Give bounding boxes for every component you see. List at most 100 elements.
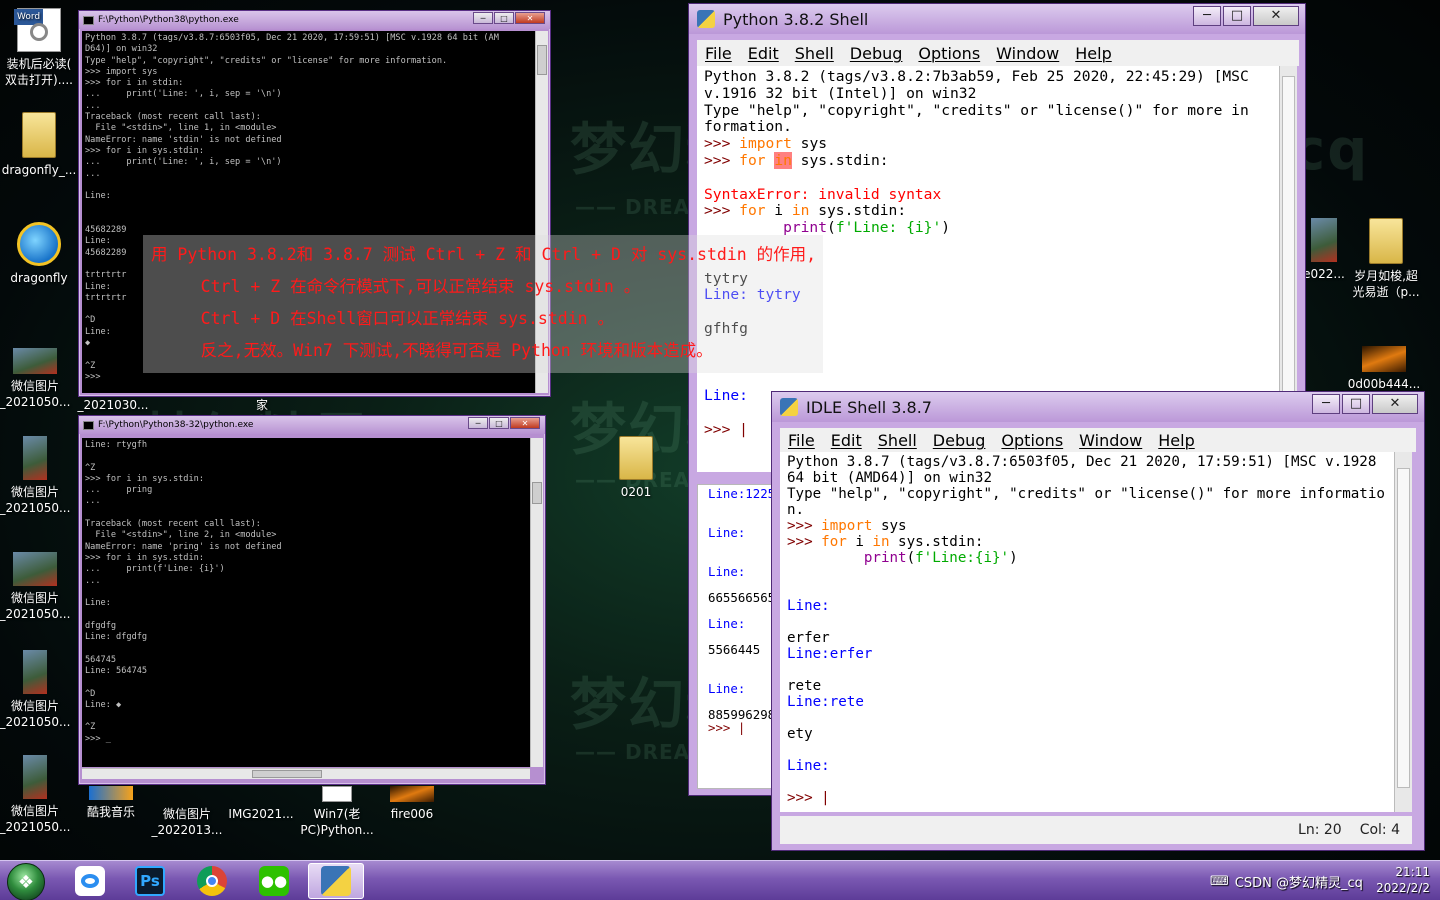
menu-help[interactable]: Help (1150, 431, 1202, 450)
menu-help[interactable]: Help (1067, 44, 1119, 63)
stdout-line: Line: (708, 525, 746, 540)
menu-options[interactable]: Options (993, 431, 1071, 450)
scroll-thumb[interactable] (532, 482, 542, 504)
desktop-icon-word-doc[interactable]: Word 装机后必读( 双击打开).... (0, 8, 78, 88)
console-titlebar[interactable]: F:\Python\Python38-32\python.exe ─ □ ✕ (79, 416, 545, 434)
console-hscrollbar[interactable] (82, 768, 530, 779)
idle-titlebar[interactable]: Python 3.8.2 Shell ─ □ ✕ (689, 4, 1305, 34)
taskbar-wechat[interactable]: ●● (246, 863, 302, 899)
stdout-line: Line:erfer (787, 646, 873, 662)
taskbar-photoshop[interactable]: Ps (122, 863, 178, 899)
desktop-icon-kuwo-music[interactable]: 酷我音乐 (72, 786, 150, 820)
stdin-line: erfer (787, 630, 830, 646)
folder-icon (1369, 218, 1403, 264)
icon-label: fire006 (390, 807, 434, 821)
menu-debug[interactable]: Debug (925, 431, 994, 450)
idle-shell-window-387[interactable]: IDLE Shell 3.8.7 ─ □ ✕ File Edit Shell D… (771, 391, 1425, 851)
maximize-button[interactable]: □ (494, 12, 514, 24)
menu-window[interactable]: Window (1071, 431, 1150, 450)
console-scrollbar[interactable] (530, 438, 543, 767)
desktop-icon-wechat-photo-2022[interactable]: 微信图片 _2022013... (148, 806, 226, 838)
desktop-icon-years-folder[interactable]: 岁月如梭,超 光易逝（p... (1347, 218, 1425, 300)
banner-line: formation. (704, 118, 792, 136)
minimize-button[interactable]: ─ (1193, 6, 1221, 26)
close-button[interactable]: ✕ (515, 12, 545, 24)
desktop-icon-dragonfly-folder[interactable]: dragonfly_... (0, 112, 78, 178)
menu-file[interactable]: File (697, 44, 740, 63)
module-name: sys (872, 518, 907, 534)
close-button[interactable]: ✕ (510, 417, 540, 429)
desktop-icon-dragonfly-ie[interactable]: dragonfly (0, 222, 78, 286)
close-button[interactable]: ✕ (1372, 394, 1418, 414)
clock-time: 21:11 (1395, 865, 1430, 879)
scroll-thumb[interactable] (1282, 76, 1295, 436)
menu-file[interactable]: File (780, 431, 823, 450)
menu-options[interactable]: Options (910, 44, 988, 63)
desktop-icon-win7-python-doc[interactable]: Win7(老 PC)Python... (298, 786, 376, 838)
desktop-icon-0201-folder[interactable]: 0201 (597, 436, 675, 500)
code-line: >>> for i in sys.stdin: (704, 202, 1272, 220)
idle-shell-text[interactable]: Python 3.8.7 (tags/v3.8.7:6503f05, Dec 2… (780, 452, 1394, 812)
clock[interactable]: 21:11 2022/2/2 (1376, 864, 1430, 896)
menu-shell[interactable]: Shell (787, 44, 842, 63)
photo-icon (13, 552, 57, 586)
taskbar-baidu-netdisk[interactable] (62, 863, 118, 899)
icon-label: Win7(老 PC)Python... (300, 807, 374, 837)
stdout-line: Line: (708, 564, 746, 579)
keyword: for (821, 534, 847, 550)
desktop-icon-wechat-photo-3[interactable]: 微信图片 _2021050... (0, 552, 74, 622)
desktop-icon-wechat-photo-1[interactable]: 微信图片 _2021050... (0, 348, 74, 410)
idle-scrollbar[interactable] (1394, 452, 1412, 812)
hscroll-thumb[interactable] (252, 770, 322, 778)
desktop-icon-home[interactable]: 家 (223, 397, 301, 413)
taskbar-python-idle[interactable] (308, 863, 364, 899)
desktop-icon-fire006[interactable]: fire006 (373, 786, 451, 822)
maximize-button[interactable]: □ (489, 417, 509, 429)
start-button[interactable]: ❖ (7, 863, 45, 900)
menu-edit[interactable]: Edit (823, 431, 870, 450)
minimize-button[interactable]: ─ (468, 417, 488, 429)
minimize-button[interactable]: ─ (1312, 394, 1340, 414)
keyword: import (739, 135, 792, 153)
scroll-thumb[interactable] (537, 45, 547, 75)
final-prompt: >>> | (708, 720, 746, 735)
minimize-button[interactable]: ─ (473, 12, 493, 24)
close-button[interactable]: ✕ (1253, 6, 1299, 26)
desktop-icon-fire-0d00b444[interactable]: 0d00b444... (1345, 346, 1423, 392)
maximize-button[interactable]: □ (1342, 394, 1370, 414)
photo-icon (23, 650, 47, 694)
idle-shell-behind-text: Line:1225 Line: Line: 665566565 Line: 55… (697, 484, 781, 789)
stdout-line: Line: (787, 758, 830, 774)
idle-titlebar[interactable]: IDLE Shell 3.8.7 ─ □ ✕ (772, 392, 1424, 422)
banner-line: v.1916 32 bit (Intel)] on win32 (704, 84, 977, 102)
desktop-icon-wechat-photo-5[interactable]: 微信图片 _2021050... (0, 755, 74, 835)
stdin-line: 665566565 (708, 590, 776, 605)
prompt: >>> (704, 151, 740, 169)
maximize-button[interactable]: □ (1223, 6, 1251, 26)
menu-debug[interactable]: Debug (842, 44, 911, 63)
banner-line: Type "help", "copyright", "credits" or "… (787, 486, 1385, 502)
desktop-icon-photo-2021030[interactable]: _2021030... (74, 397, 152, 413)
menu-edit[interactable]: Edit (740, 44, 787, 63)
console-titlebar[interactable]: F:\Python\Python38\python.exe ─ □ ✕ (79, 11, 550, 29)
desktop-icon-img2021[interactable]: IMG2021... (222, 806, 300, 822)
console-output[interactable]: Line: rtygfh ^Z >>> for i in sys.stdin: … (82, 438, 531, 767)
menu-window[interactable]: Window (988, 44, 1067, 63)
desktop-icon-wechat-photo-2[interactable]: 微信图片 _2021050... (0, 436, 74, 516)
code-text: i (765, 202, 792, 220)
keyword-error-highlight: in (774, 151, 792, 169)
console-window-python38-32[interactable]: F:\Python\Python38-32\python.exe ─ □ ✕ L… (78, 415, 546, 785)
menu-shell[interactable]: Shell (870, 431, 925, 450)
string-literal: f'Line: {i}' (835, 219, 942, 237)
icon-label: 微信图片 _2022013... (151, 807, 223, 837)
desktop-icon-wechat-photo-4[interactable]: 微信图片 _2021050... (0, 650, 74, 730)
taskbar-chrome[interactable] (184, 863, 240, 899)
icon-label: IMG2021... (228, 807, 294, 821)
python-icon (321, 866, 351, 896)
chrome-icon (197, 866, 227, 896)
photoshop-icon: Ps (135, 866, 165, 896)
code-text: sys.stdin: (889, 534, 984, 550)
clock-date: 2022/2/2 (1376, 881, 1430, 895)
scroll-thumb[interactable] (1397, 468, 1410, 788)
keyboard-icon[interactable]: ⌨ (1210, 874, 1229, 889)
